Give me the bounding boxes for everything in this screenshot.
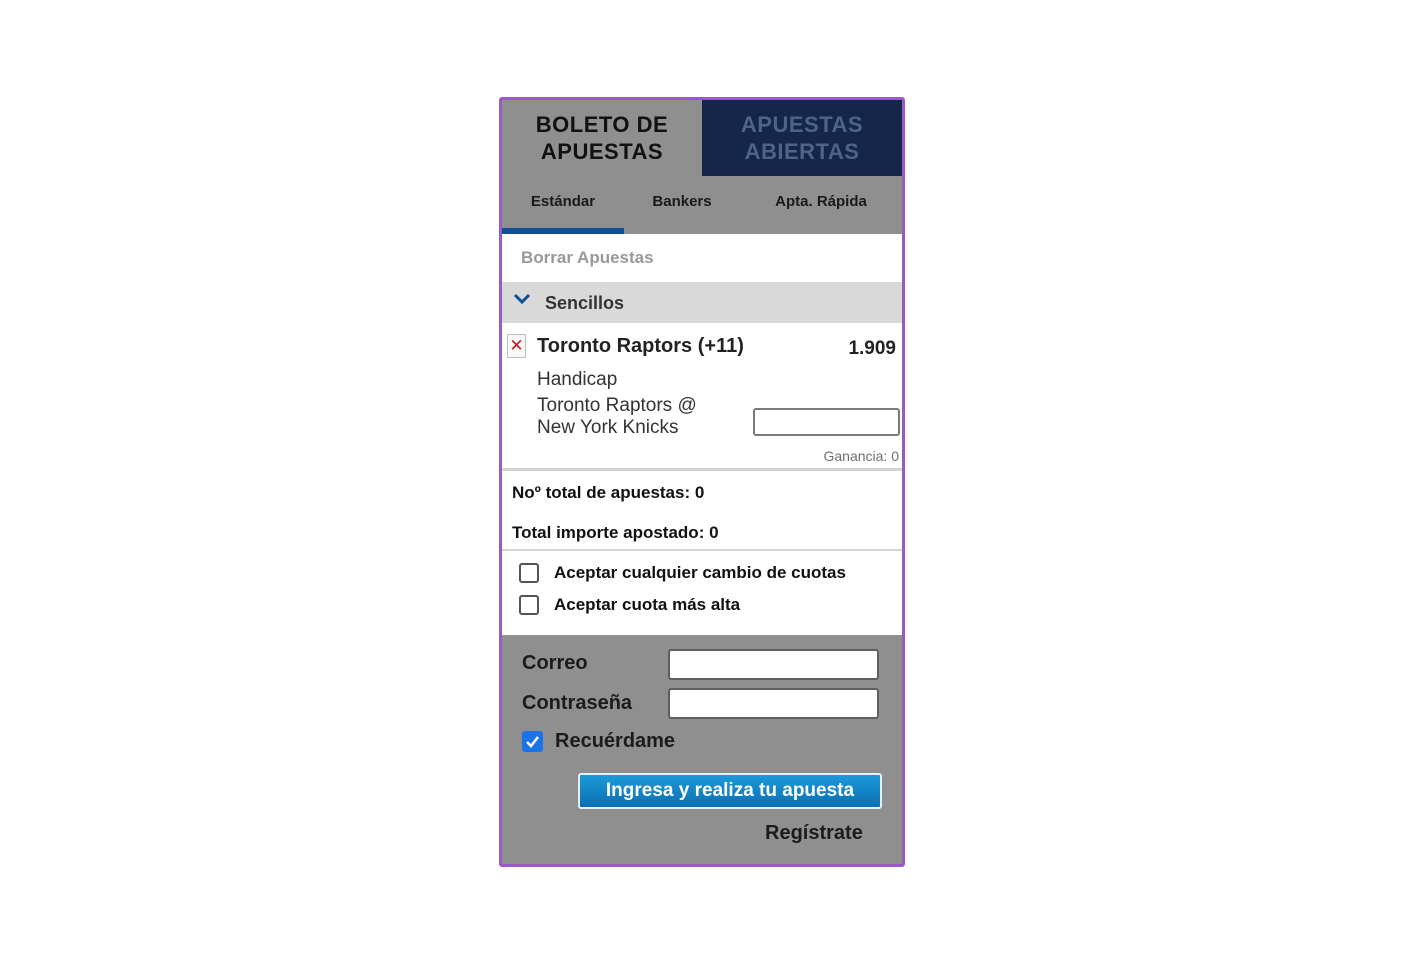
singles-section-label: Sencillos [545, 293, 625, 313]
subtab-bankers[interactable]: Bankers [624, 176, 740, 234]
password-label: Contraseña [522, 692, 633, 714]
accept-any-odds-label: Aceptar cualquier cambio de cuotas [554, 563, 846, 582]
email-field[interactable] [668, 649, 879, 680]
potential-winnings: Ganancia: 0 [823, 448, 900, 464]
login-and-bet-button[interactable]: Ingresa y realiza tu apuesta [578, 773, 882, 809]
top-tabs: BOLETO DE APUESTAS APUESTAS ABIERTAS [502, 100, 902, 176]
accept-higher-odds-option[interactable]: Aceptar cuota más alta [519, 595, 740, 615]
subtab-quick-bet-label: Apta. Rápida [775, 192, 867, 210]
accept-higher-odds-checkbox[interactable] [519, 595, 539, 615]
stake-input[interactable] [753, 408, 900, 436]
accept-any-odds-option[interactable]: Aceptar cualquier cambio de cuotas [519, 563, 846, 583]
checkmark-icon [526, 736, 539, 748]
clear-bets-link[interactable]: Borrar Apuestas [502, 234, 902, 282]
login-form: Correo Contraseña Recuérdame Ingresa y r… [502, 635, 902, 864]
bet-item: ✕ Toronto Raptors (+11) 1.909 Handicap T… [502, 323, 902, 471]
remember-me-checkbox[interactable] [522, 731, 543, 752]
subtab-standard[interactable]: Estándar [502, 176, 624, 234]
subtab-bankers-label: Bankers [652, 192, 712, 210]
accept-higher-odds-label: Aceptar cuota más alta [554, 595, 741, 614]
chevron-down-icon [513, 293, 531, 305]
email-label: Correo [522, 652, 588, 674]
total-bet-count: Noº total de apuestas: 0 [512, 483, 705, 502]
total-staked: Total importe apostado: 0 [512, 523, 719, 542]
login-and-bet-label: Ingresa y realiza tu apuesta [605, 780, 855, 801]
bet-selection: Toronto Raptors (+11) [537, 335, 744, 357]
subtab-quick-bet[interactable]: Apta. Rápida [740, 176, 902, 234]
odds-options: Aceptar cualquier cambio de cuotas Acept… [502, 551, 902, 635]
remember-me-label: Recuérdame [555, 730, 676, 752]
bet-event: Toronto Raptors @ New York Knicks [537, 395, 697, 438]
register-link[interactable]: Regístrate [765, 822, 863, 845]
tab-open-bets[interactable]: APUESTAS ABIERTAS [702, 100, 902, 176]
remove-bet-button[interactable]: ✕ [507, 334, 526, 358]
clear-bets-label: Borrar Apuestas [521, 248, 654, 267]
singles-section-header[interactable]: Sencillos [502, 282, 902, 323]
close-icon: ✕ [509, 336, 524, 355]
accept-any-odds-checkbox[interactable] [519, 563, 539, 583]
password-field[interactable] [668, 688, 879, 719]
tab-bet-slip[interactable]: BOLETO DE APUESTAS [502, 100, 702, 176]
remember-me-option[interactable]: Recuérdame [522, 730, 675, 753]
bet-slip-widget: BOLETO DE APUESTAS APUESTAS ABIERTAS Est… [499, 97, 905, 867]
subtab-standard-label: Estándar [530, 192, 596, 210]
sub-tabs: Estándar Bankers Apta. Rápida [502, 176, 902, 234]
totals-section: Noº total de apuestas: 0 Total importe a… [502, 471, 902, 551]
bet-market: Handicap [537, 369, 618, 390]
bet-odds: 1.909 [848, 338, 896, 359]
